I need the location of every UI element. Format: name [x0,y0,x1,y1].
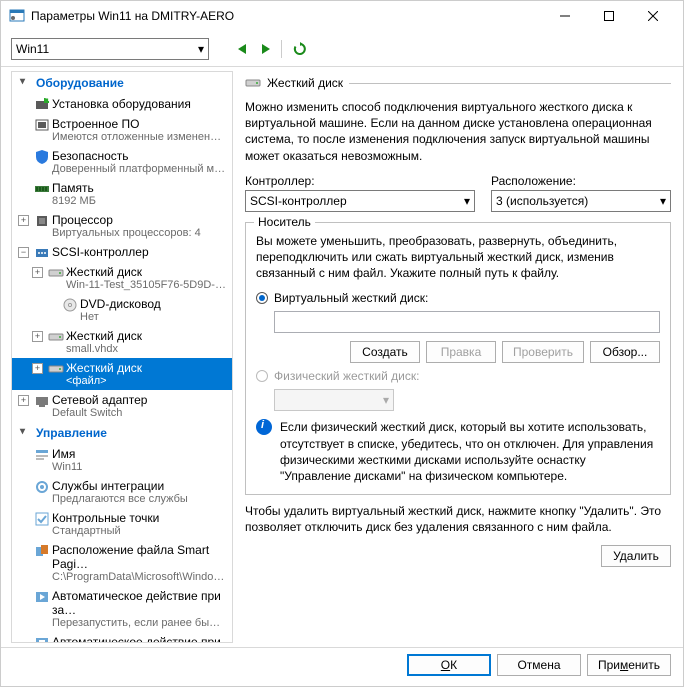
sidebar-item-hard-drive-1[interactable]: + Жесткий диск Win-11-Test_35105F76-5D9D… [12,262,232,294]
nav-back-button[interactable] [233,40,251,58]
titlebar: Параметры Win11 на DMITRY-AERO [1,1,683,31]
name-icon [34,447,50,463]
create-button[interactable]: Создать [350,341,420,363]
maximize-button[interactable] [587,1,631,31]
physical-disk-select: ▾ [274,389,394,411]
auto-start-icon [34,589,50,605]
sidebar-item-network-adapter[interactable]: + Сетевой адаптер Default Switch [12,390,232,422]
sidebar-item-auto-start-action[interactable]: Автоматическое действие при за… Перезапу… [12,586,232,632]
close-button[interactable] [631,1,675,31]
window-title: Параметры Win11 на DMITRY-AERO [31,9,543,23]
media-legend: Носитель [254,215,315,229]
divider [349,83,671,84]
remove-button[interactable]: Удалить [601,545,671,567]
expand-icon[interactable]: + [18,215,29,226]
hard-drive-icon [48,329,64,345]
hard-drive-icon [48,361,64,377]
expand-icon[interactable]: + [32,267,43,278]
sidebar-item-smart-paging[interactable]: Расположение файла Smart Pagi… C:\Progra… [12,540,232,586]
auto-stop-icon [34,635,50,643]
sidebar-item-auto-stop-action[interactable]: Автоматическое действие при ос… Сохранит… [12,632,232,643]
sidebar-item-hard-drive-3[interactable]: + Жесткий диск <файл> [12,358,232,390]
radio-virtual-disk[interactable]: Виртуальный жесткий диск: [256,291,660,305]
media-groupbox: Носитель Вы можете уменьшить, преобразов… [245,222,671,495]
virtual-disk-path-input[interactable] [274,311,660,333]
vm-selector-value: Win11 [16,42,49,56]
sidebar-item-add-hardware[interactable]: + Установка оборудования [12,94,232,114]
remove-desc: Чтобы удалить виртуальный жесткий диск, … [245,503,671,535]
section-hardware[interactable]: Оборудование [12,72,232,94]
browse-button[interactable]: Обзор... [590,341,660,363]
expand-icon[interactable]: + [18,395,29,406]
content: Оборудование + Установка оборудования Вс… [1,67,683,647]
controller-icon [34,245,50,261]
radio-unchecked-icon [256,370,268,382]
sidebar-item-processor[interactable]: + Процессор Виртуальных процессоров: 4 [12,210,232,242]
hard-drive-icon [48,265,64,281]
info-text: Если физический жесткий диск, который вы… [280,419,660,484]
processor-icon [34,213,50,229]
chevron-down-icon: ▾ [464,194,470,208]
radio-checked-icon [256,292,268,304]
location-select[interactable]: 3 (используется) ▾ [491,190,671,212]
dialog-footer: ОК Отмена Применить [1,647,683,681]
sidebar-item-name[interactable]: Имя Win11 [12,444,232,476]
refresh-button[interactable] [291,40,309,58]
controller-value: SCSI-контроллер [250,194,347,208]
memory-icon [34,181,50,197]
section-management[interactable]: Управление [12,422,232,444]
check-button[interactable]: Проверить [502,341,584,363]
sidebar-item-integration-services[interactable]: Службы интеграции Предлагаются все служб… [12,476,232,508]
shield-icon [34,149,50,165]
expand-icon[interactable]: + [32,331,43,342]
nav-forward-button[interactable] [257,40,275,58]
app-icon [9,8,25,24]
chevron-down-icon: ▾ [198,42,204,56]
edit-button[interactable]: Правка [426,341,496,363]
chevron-down-icon: ▾ [660,194,666,208]
sidebar-item-checkpoints[interactable]: Контрольные точки Стандартный [12,508,232,540]
cancel-button[interactable]: Отмена [497,654,581,676]
checkpoint-icon [34,511,50,527]
add-hardware-icon: + [34,97,50,113]
sidebar-item-security[interactable]: Безопасность Доверенный платформенный мо… [12,146,232,178]
radio-physical-disk: Физический жесткий диск: [256,369,660,383]
firmware-icon [34,117,50,133]
expand-icon[interactable]: + [32,363,43,374]
sidebar-item-memory[interactable]: Память 8192 МБ [12,178,232,210]
section-header: Жесткий диск [245,75,671,91]
info-icon [256,419,272,435]
ok-button[interactable]: ОК [407,654,491,676]
location-value: 3 (используется) [496,194,588,208]
sidebar: Оборудование + Установка оборудования Вс… [11,71,233,643]
controller-label: Контроллер: [245,174,475,188]
chevron-down-icon: ▾ [383,393,389,407]
radio-physical-label: Физический жесткий диск: [274,369,419,383]
controller-select[interactable]: SCSI-контроллер ▾ [245,190,475,212]
location-label: Расположение: [491,174,671,188]
sidebar-item-firmware[interactable]: Встроенное ПО Имеются отложенные изменен… [12,114,232,146]
svg-text:+: + [45,97,50,105]
sidebar-item-hard-drive-2[interactable]: + Жесткий диск small.vhdx [12,326,232,358]
radio-virtual-label: Виртуальный жесткий диск: [274,291,428,305]
network-icon [34,393,50,409]
main-panel: Жесткий диск Можно изменить способ подкл… [233,67,683,647]
section-title: Жесткий диск [267,76,343,90]
hard-drive-icon [245,75,261,91]
apply-button[interactable]: Применить [587,654,671,676]
services-icon [34,479,50,495]
media-desc: Вы можете уменьшить, преобразовать, разв… [256,233,660,282]
sidebar-item-scsi-controller[interactable]: − SCSI-контроллер [12,242,232,262]
toolbar: Win11 ▾ [1,31,683,67]
vm-selector[interactable]: Win11 ▾ [11,38,209,60]
sidebar-item-dvd-drive[interactable]: DVD-дисковод Нет [12,294,232,326]
dvd-icon [62,297,78,313]
description-text: Можно изменить способ подключения виртуа… [245,99,671,164]
collapse-icon[interactable]: − [18,247,29,258]
paging-icon [34,543,50,559]
minimize-button[interactable] [543,1,587,31]
